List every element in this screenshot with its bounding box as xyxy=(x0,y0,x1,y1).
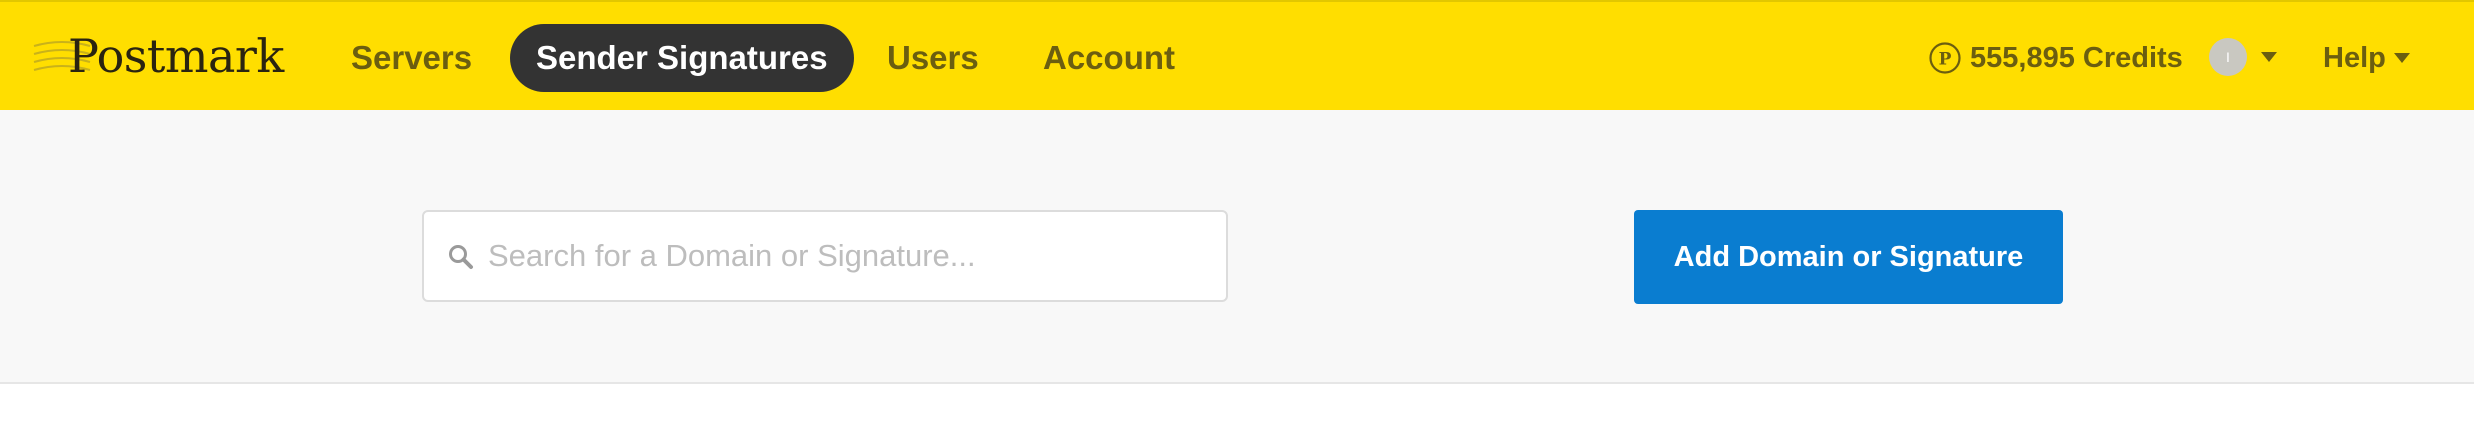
nav-account[interactable]: Account xyxy=(1043,24,1175,92)
nav-servers[interactable]: Servers xyxy=(351,24,472,92)
nav-users[interactable]: Users xyxy=(887,24,979,92)
logo-text: Postmark xyxy=(68,29,284,83)
user-menu[interactable]: I xyxy=(2209,38,2277,76)
top-navigation-bar: Postmark Servers Sender Signatures Users… xyxy=(0,0,2474,110)
svg-text:P: P xyxy=(1939,50,1952,70)
help-label: Help xyxy=(2323,41,2386,74)
credits-balance[interactable]: P 555,895 Credits xyxy=(1928,38,2183,78)
postmark-logo[interactable]: Postmark xyxy=(32,28,284,84)
nav-sender-signatures[interactable]: Sender Signatures xyxy=(510,24,854,92)
search-field[interactable] xyxy=(422,210,1228,302)
chevron-down-icon xyxy=(2393,53,2410,63)
credits-label: 555,895 Credits xyxy=(1970,41,2183,74)
help-menu[interactable]: Help xyxy=(2323,38,2410,78)
credit-coin-icon: P xyxy=(1929,42,1961,74)
chevron-down-icon xyxy=(2261,52,2277,62)
signatures-toolbar: Add Domain or Signature xyxy=(0,110,2474,384)
search-icon xyxy=(449,245,473,269)
search-input[interactable] xyxy=(488,212,1208,300)
avatar: I xyxy=(2209,38,2247,76)
add-domain-or-signature-button[interactable]: Add Domain or Signature xyxy=(1634,210,2063,304)
